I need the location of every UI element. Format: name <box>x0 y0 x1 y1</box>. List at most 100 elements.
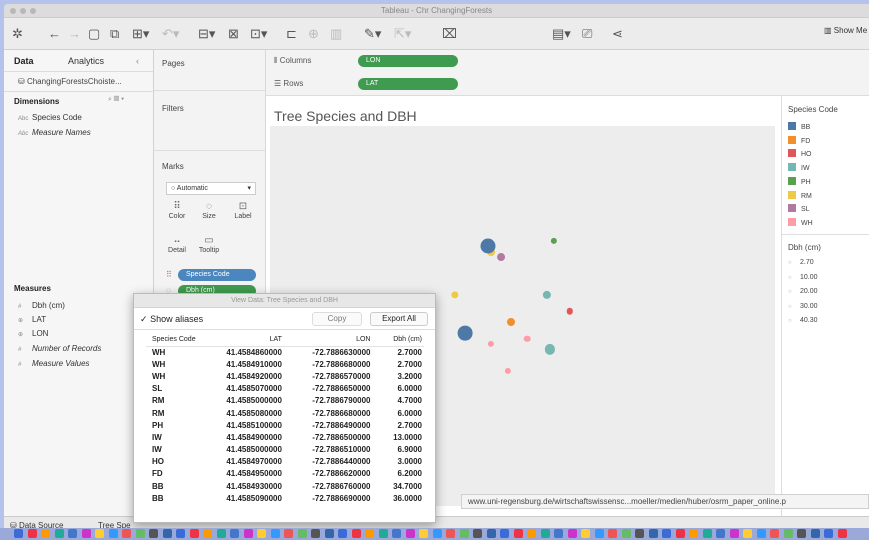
column-header-species[interactable]: Species Code <box>146 333 204 347</box>
dock-app-icon[interactable] <box>702 529 712 538</box>
dock-app-icon[interactable] <box>513 529 523 538</box>
worksheet-title[interactable]: Tree Species and DBH <box>274 108 417 124</box>
columns-shelf[interactable]: ⦀ Columns LON <box>266 50 869 73</box>
table-row[interactable]: BB 41.4585090000 -72.7886690000 36.0000 <box>146 492 424 504</box>
table-row[interactable]: HO 41.4584970000 -72.7886440000 3.0000 <box>146 456 424 468</box>
dock-app-icon[interactable] <box>324 529 334 538</box>
rows-shelf[interactable]: ☰ Rows LAT <box>266 73 869 96</box>
legend-item[interactable]: PH <box>788 176 811 186</box>
dock-app-icon[interactable] <box>311 529 320 538</box>
dock-app-icon[interactable] <box>675 529 685 538</box>
dock-app-icon[interactable] <box>230 529 239 538</box>
legend-item[interactable]: SL <box>788 204 810 213</box>
swap-icon[interactable]: ⊟▾ <box>198 25 215 43</box>
dock-app-icon[interactable] <box>743 529 752 538</box>
dock-app-icon[interactable] <box>243 529 253 538</box>
show-aliases-checkbox[interactable]: ✓ Show aliases <box>140 314 203 325</box>
field-dbh[interactable]: # Dbh (cm) <box>18 301 65 310</box>
dock-app-icon[interactable] <box>837 529 847 538</box>
dock-app-icon[interactable] <box>608 529 617 538</box>
tab-data[interactable]: Data <box>14 56 34 66</box>
scatter-mark[interactable] <box>542 291 552 300</box>
export-all-button[interactable]: Export All <box>370 312 428 326</box>
table-row[interactable]: WH 41.4584910000 -72.7886680000 2.7000 <box>146 358 424 370</box>
table-row[interactable]: IW 41.4584900000 -72.7886500000 13.0000 <box>146 431 424 443</box>
dock-app-icon[interactable] <box>81 529 91 538</box>
scatter-mark[interactable] <box>506 318 515 327</box>
scatter-mark[interactable] <box>550 237 557 245</box>
table-row[interactable]: PH 41.4585100000 -72.7886490000 2.7000 <box>146 419 424 431</box>
dock-app-icon[interactable] <box>797 529 806 538</box>
dock-app-icon[interactable] <box>770 529 779 538</box>
table-row[interactable]: RM 41.4585080000 -72.7886680000 6.0000 <box>146 407 424 419</box>
field-lon[interactable]: ⊕ LON <box>18 329 48 338</box>
dock-app-icon[interactable] <box>446 529 455 538</box>
column-header-dbh[interactable]: Dbh (cm) <box>372 333 424 347</box>
table-row[interactable]: WH 41.4584920000 -72.7886570000 3.2000 <box>146 370 424 382</box>
scatter-mark[interactable] <box>497 253 505 262</box>
legend-item[interactable]: IW <box>788 163 810 172</box>
dock-app-icon[interactable] <box>783 529 793 538</box>
dock-app-icon[interactable] <box>95 529 104 538</box>
dock-app-icon[interactable] <box>365 529 374 538</box>
column-header-lat[interactable]: LAT <box>203 333 284 347</box>
dock-app-icon[interactable] <box>716 529 725 538</box>
field-measure-names[interactable]: Abc Measure Names <box>18 128 91 137</box>
dock-app-icon[interactable] <box>162 529 172 538</box>
dock-app-icon[interactable] <box>527 529 536 538</box>
dock-app-icon[interactable] <box>689 529 698 538</box>
scatter-mark[interactable] <box>488 340 495 348</box>
table-row[interactable]: RM 41.4585000000 -72.7886790000 4.7000 <box>146 395 424 407</box>
dock-app-icon[interactable] <box>500 529 509 538</box>
mark-type-dropdown[interactable]: ○ Automatic ▾ <box>166 182 256 195</box>
table-row[interactable]: FD 41.4584950000 -72.7886620000 6.2000 <box>146 468 424 480</box>
dock-app-icon[interactable] <box>14 529 23 538</box>
dock-app-icon[interactable] <box>216 529 226 538</box>
dock-app-icon[interactable] <box>297 529 307 538</box>
table-row[interactable]: SL 41.4585070000 -72.7886650000 6.0000 <box>146 383 424 395</box>
lon-pill[interactable]: LON <box>358 55 458 67</box>
back-arrow-icon[interactable]: ← <box>48 25 61 43</box>
scatter-mark[interactable] <box>451 291 459 299</box>
save-icon[interactable]: ▢ <box>88 25 100 43</box>
search-fields-icon[interactable]: ⌕ ▥ ▾ <box>108 96 124 104</box>
dock-app-icon[interactable] <box>554 529 563 538</box>
share-icon[interactable]: ⋖ <box>612 25 623 43</box>
show-me-button[interactable]: ▥ Show Me <box>824 26 867 35</box>
dock-app-icon[interactable] <box>662 529 671 538</box>
dock-app-icon[interactable] <box>405 529 415 538</box>
field-measure-values[interactable]: # Measure Values <box>18 359 90 368</box>
dock-app-icon[interactable] <box>122 529 131 538</box>
dock-app-icon[interactable] <box>756 529 766 538</box>
dock-app-icon[interactable] <box>540 529 550 538</box>
dock-app-icon[interactable] <box>810 529 820 538</box>
marks-detail-button[interactable]: ⠤ Detail <box>162 234 192 254</box>
undo-icon[interactable]: ↶▾ <box>162 25 179 43</box>
field-lat[interactable]: ⊕ LAT <box>18 315 46 324</box>
dock-app-icon[interactable] <box>459 529 469 538</box>
table-row[interactable]: WH 41.4584860000 -72.7886630000 2.7000 <box>146 346 424 358</box>
legend-item[interactable]: HO <box>788 149 812 158</box>
dock-app-icon[interactable] <box>54 529 64 538</box>
dock-app-icon[interactable] <box>419 529 428 538</box>
scatter-mark[interactable] <box>545 344 556 355</box>
dock-app-icon[interactable] <box>41 529 50 538</box>
fit-icon[interactable]: ⇱▾ <box>394 25 411 43</box>
legend-item[interactable]: FD <box>788 135 810 145</box>
tab-analytics[interactable]: Analytics <box>68 56 104 66</box>
lat-pill[interactable]: LAT <box>358 78 458 90</box>
zoom-window-button[interactable] <box>30 8 36 14</box>
datasource-item[interactable]: ⛁ ChangingForestsChoiste... <box>4 72 153 92</box>
marks-color-button[interactable]: ⠿ Color <box>162 200 192 220</box>
dock-app-icon[interactable] <box>378 529 388 538</box>
dock-app-icon[interactable] <box>392 529 401 538</box>
copy-button[interactable]: Copy <box>312 312 362 326</box>
column-header-lon[interactable]: LON <box>283 333 373 347</box>
dock-app-icon[interactable] <box>257 529 266 538</box>
format-icon[interactable]: ▥ <box>330 25 342 43</box>
legend-item[interactable]: WH <box>788 217 813 227</box>
new-worksheet-icon[interactable]: ⊞▾ <box>132 25 149 43</box>
forward-arrow-icon[interactable]: → <box>68 25 81 43</box>
species-code-pill[interactable]: Species Code <box>178 269 256 281</box>
dock-app-icon[interactable] <box>176 529 185 538</box>
